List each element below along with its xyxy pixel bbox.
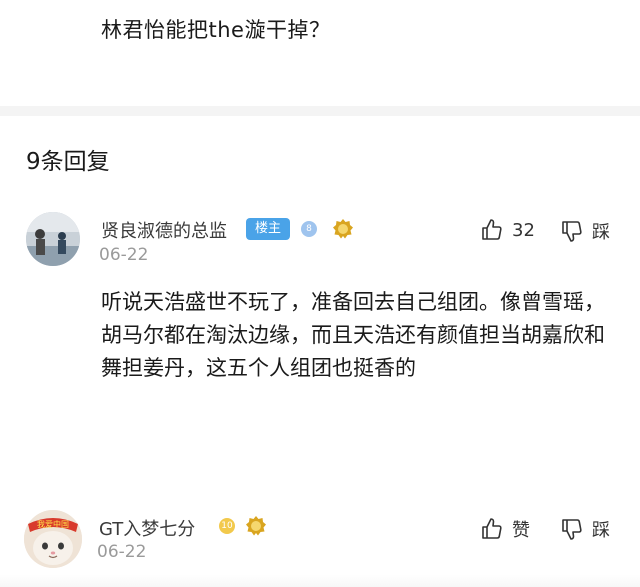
thumbs-down-icon bbox=[562, 221, 582, 242]
like-label: 赞 bbox=[512, 520, 530, 541]
comment-date: 06-22 bbox=[97, 542, 147, 562]
level-badge: 8 bbox=[301, 221, 317, 237]
like-button[interactable]: 32 bbox=[480, 218, 535, 242]
avatar[interactable]: 我爱中国 bbox=[24, 510, 82, 568]
reply-count: 9条回复 bbox=[26, 149, 110, 175]
dislike-label: 踩 bbox=[592, 520, 610, 541]
dislike-label: 踩 bbox=[592, 222, 610, 243]
username[interactable]: GT入梦七分 bbox=[99, 515, 195, 541]
dislike-button[interactable]: 踩 bbox=[560, 516, 610, 542]
like-count: 32 bbox=[512, 219, 535, 241]
avatar[interactable] bbox=[26, 212, 80, 266]
avatar-banner-text: 我爱中国 bbox=[37, 519, 69, 529]
section-divider bbox=[0, 106, 640, 116]
level-badge: 10 bbox=[219, 518, 235, 534]
username[interactable]: 贤良淑德的总监 bbox=[101, 217, 227, 243]
like-button[interactable]: 赞 bbox=[480, 516, 530, 542]
thumbs-up-icon bbox=[482, 219, 502, 240]
medal-icon bbox=[332, 218, 354, 240]
medal-icon bbox=[245, 515, 267, 537]
dislike-button[interactable]: 踩 bbox=[560, 218, 610, 244]
owner-badge: 楼主 bbox=[246, 218, 291, 240]
thumbs-down-icon bbox=[562, 519, 582, 540]
comment-date: 06-22 bbox=[99, 245, 149, 265]
thumbs-up-icon bbox=[482, 518, 502, 539]
comment-text: 听说天浩盛世不玩了，准备回去自己组团。像曾雪瑶，胡马尔都在淘汰边缘，而且天浩还有… bbox=[101, 290, 605, 380]
post-title: 林君怡能把the漩干掉？ bbox=[101, 18, 331, 42]
bottom-fade bbox=[0, 575, 640, 587]
